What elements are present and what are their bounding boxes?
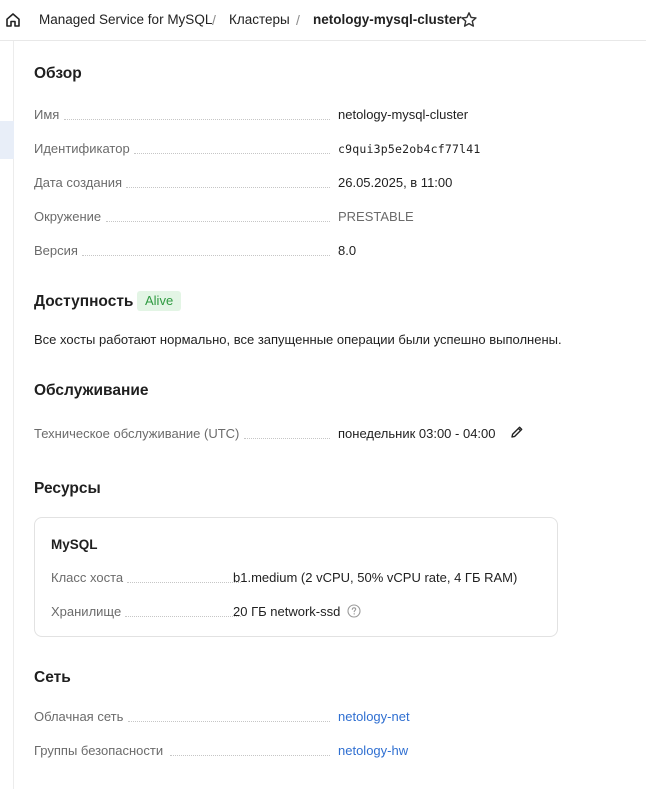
field-label: Техническое обслуживание (UTC): [34, 426, 244, 441]
field-row-security-groups: Группы безопасности netology-hw: [34, 743, 484, 761]
question-circle-icon[interactable]: [347, 604, 361, 618]
field-label: Хранилище: [51, 604, 126, 619]
overview-heading: Обзор: [34, 65, 82, 82]
side-navigation-selected-item[interactable]: [0, 121, 14, 159]
field-value: netology-mysql-cluster: [338, 107, 469, 122]
breadcrumb-clusters[interactable]: Кластеры: [229, 12, 290, 27]
field-label: Класс хоста: [51, 570, 128, 585]
field-label: Идентификатор: [34, 141, 134, 156]
field-label: Облачная сеть: [34, 709, 128, 724]
field-value: 20 ГБ network-ssd: [233, 604, 341, 619]
field-row-storage: Хранилище 20 ГБ network-ssd: [51, 604, 541, 622]
field-value: b1.medium (2 vCPU, 50% vCPU rate, 4 ГБ R…: [233, 570, 518, 585]
field-label: Имя: [34, 107, 64, 122]
field-label: Группы безопасности: [34, 743, 168, 758]
field-row-environment: Окружение PRESTABLE: [34, 209, 484, 227]
breadcrumb-current-cluster: netology-mysql-cluster: [313, 12, 462, 27]
pencil-icon[interactable]: [510, 425, 524, 439]
maintenance-heading: Обслуживание: [34, 382, 149, 399]
field-value: 8.0: [338, 243, 357, 258]
breadcrumb-service[interactable]: Managed Service for MySQL: [39, 12, 212, 27]
field-row-version: Версия 8.0: [34, 243, 484, 261]
breadcrumb-separator: /: [296, 12, 300, 28]
availability-heading: Доступность: [34, 293, 134, 310]
field-row-host-class: Класс хоста b1.medium (2 vCPU, 50% vCPU …: [51, 570, 541, 588]
field-row-name: Имя netology-mysql-cluster: [34, 107, 484, 125]
field-label: Дата создания: [34, 175, 127, 190]
field-row-identifier: Идентификатор c9qui3p5e2ob4cf77l41: [34, 141, 484, 159]
status-badge: Alive: [137, 291, 182, 311]
header-bar: Managed Service for MySQL / Кластеры / n…: [0, 0, 646, 41]
breadcrumb-separator: /: [212, 12, 216, 28]
resource-card-mysql: MySQL Класс хоста b1.medium (2 vCPU, 50%…: [34, 517, 558, 637]
star-icon[interactable]: [460, 11, 478, 29]
availability-description: Все хосты работают нормально, все запуще…: [34, 332, 562, 347]
field-label: Версия: [34, 243, 82, 258]
field-row-maintenance: Техническое обслуживание (UTC) понедельн…: [34, 426, 514, 444]
network-heading: Сеть: [34, 669, 71, 686]
field-value: понедельник 03:00 - 04:00: [338, 426, 496, 441]
field-value: PRESTABLE: [338, 209, 414, 224]
field-row-cloud-network: Облачная сеть netology-net: [34, 709, 484, 727]
field-row-created: Дата создания 26.05.2025, в 11:00: [34, 175, 484, 193]
home-icon[interactable]: [5, 12, 21, 28]
security-group-link[interactable]: netology-hw: [338, 743, 408, 758]
cloud-network-link[interactable]: netology-net: [338, 709, 410, 724]
field-value: 26.05.2025, в 11:00: [338, 175, 453, 190]
resources-heading: Ресурсы: [34, 480, 101, 497]
field-label: Окружение: [34, 209, 106, 224]
field-value: c9qui3p5e2ob4cf77l41: [338, 142, 481, 156]
resource-card-title: MySQL: [51, 537, 98, 552]
